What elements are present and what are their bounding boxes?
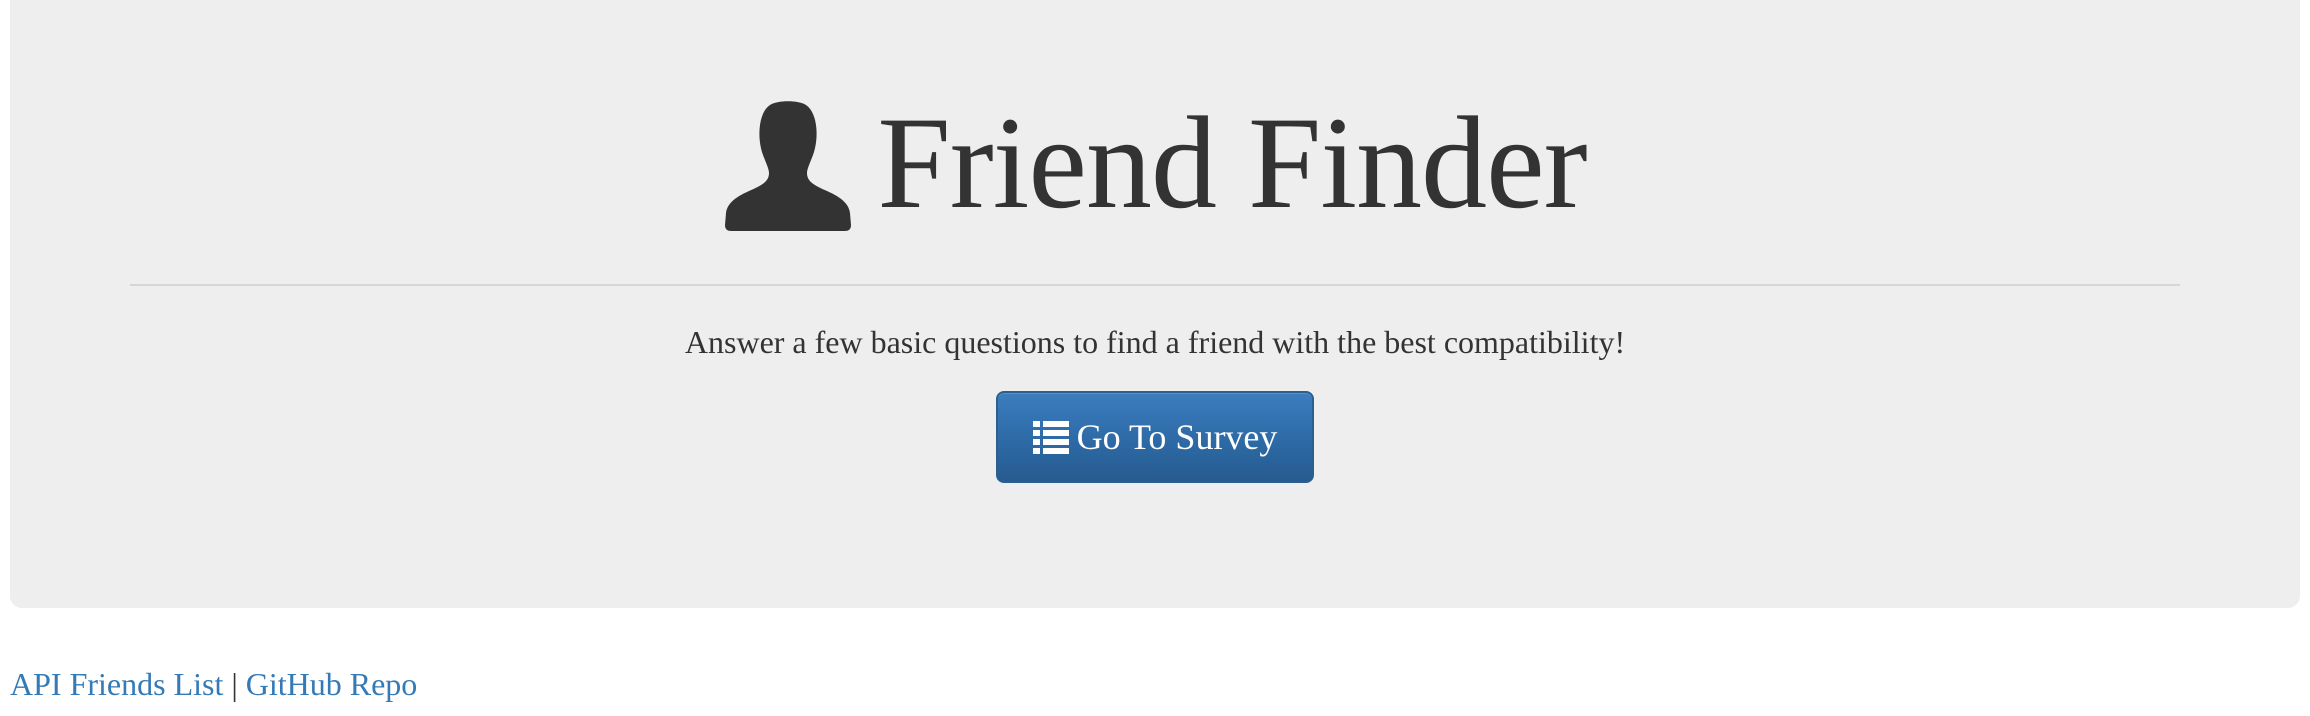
jumbotron: Friend Finder Answer a few basic questio…	[10, 0, 2300, 608]
page-title: Friend Finder	[877, 89, 1587, 236]
api-friends-list-link[interactable]: API Friends List	[10, 666, 223, 702]
survey-button-label: Go To Survey	[1076, 417, 1278, 457]
tagline: Answer a few basic questions to find a f…	[684, 324, 1626, 360]
list-icon	[1032, 421, 1069, 454]
github-repo-link[interactable]: GitHub Repo	[246, 666, 418, 702]
page-header: Friend Finder	[10, 88, 2300, 238]
user-icon	[725, 101, 852, 231]
footer-links: API Friends List | GitHub Repo	[10, 664, 417, 704]
go-to-survey-button[interactable]: Go To Survey	[996, 391, 1314, 483]
divider	[130, 284, 2180, 286]
link-separator: |	[231, 666, 238, 702]
